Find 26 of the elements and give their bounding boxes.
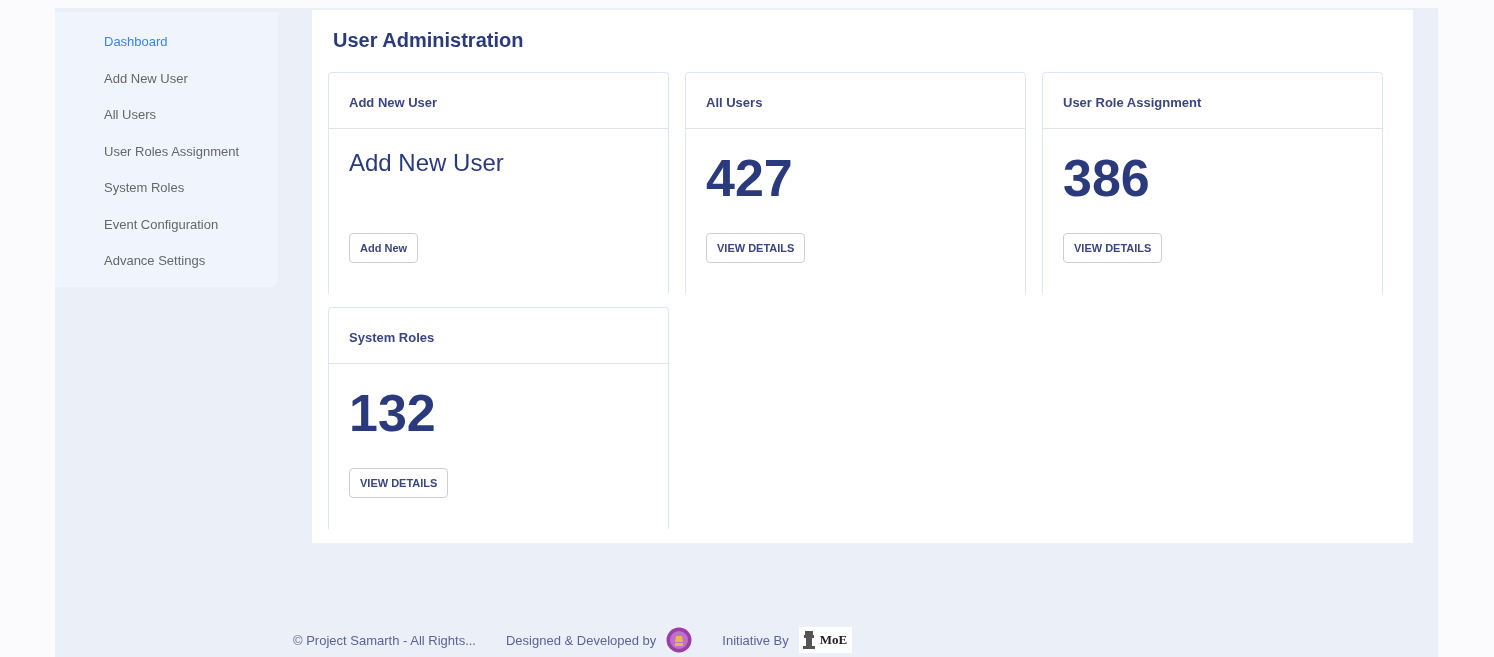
sidebar-item[interactable]: User Roles Assignment: [104, 142, 240, 161]
sidebar-item[interactable]: Add New User: [104, 69, 188, 88]
sidebar-item[interactable]: Dashboard: [104, 33, 168, 51]
card-title: System Roles: [349, 330, 435, 345]
card-title: Add New User: [349, 95, 438, 110]
card-heading: Add New User: [349, 149, 505, 178]
sidebar-item[interactable]: System Roles: [104, 179, 185, 197]
count-value: 386: [1063, 152, 1151, 209]
view-details-button[interactable]: VIEW DETAILS: [1063, 233, 1163, 263]
count-value: 427: [706, 152, 794, 209]
copyright-text: © Project Samarth - All Rights...: [293, 632, 476, 648]
add-new-button[interactable]: Add New: [349, 233, 419, 263]
moe-logo: MoE: [798, 627, 853, 653]
page-title: User Administration: [333, 30, 525, 50]
sidebar-item[interactable]: All Users: [104, 106, 156, 124]
sidebar-item[interactable]: Event Configuration: [104, 215, 219, 234]
initiative-by-text: Initiative By: [722, 632, 789, 648]
card-title: All Users: [706, 95, 763, 110]
sidebar-item[interactable]: Advance Settings: [104, 252, 206, 270]
emblem-icon: [801, 629, 816, 651]
designed-by-text: Designed & Developed by: [506, 632, 657, 648]
view-details-button[interactable]: VIEW DETAILS: [349, 468, 449, 498]
count-value: 132: [349, 387, 437, 444]
card-title: User Role Assignment: [1063, 95, 1202, 110]
seal-logo-icon: [666, 627, 693, 653]
view-details-button[interactable]: VIEW DETAILS: [706, 233, 806, 263]
